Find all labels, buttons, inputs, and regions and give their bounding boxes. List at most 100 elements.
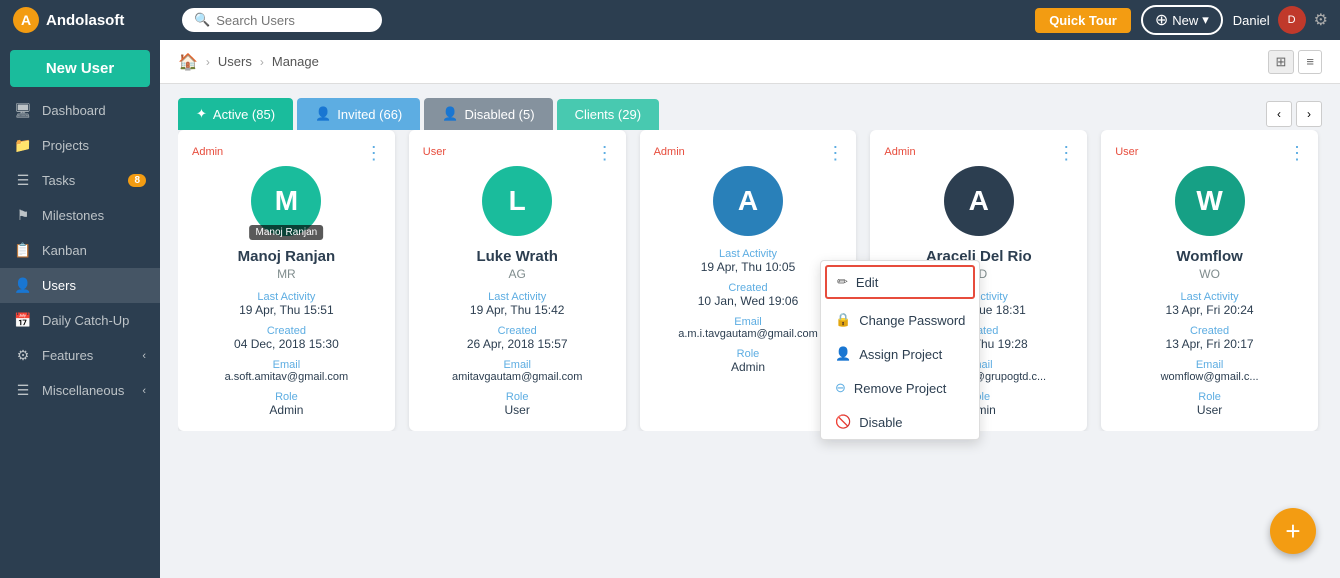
last-activity-label: Last Activity bbox=[423, 291, 612, 303]
card-menu-button-womflow[interactable]: ⋮ bbox=[1288, 144, 1306, 162]
kanban-icon: 📋 bbox=[14, 242, 32, 259]
change-password-label: Change Password bbox=[859, 313, 965, 328]
sidebar-item-features[interactable]: ⚙ Features ‹ bbox=[0, 338, 160, 373]
created-label: Created bbox=[1115, 325, 1304, 337]
sidebar-item-tasks[interactable]: ☰ Tasks 8 bbox=[0, 163, 160, 198]
email-label: Email bbox=[192, 359, 381, 371]
card-menu-button-manoj[interactable]: ⋮ bbox=[365, 144, 383, 162]
tab-active[interactable]: ✦ Active (85) bbox=[178, 98, 293, 130]
email-label: Email bbox=[1115, 359, 1304, 371]
context-menu-remove-project[interactable]: ⊖ Remove Project bbox=[821, 371, 979, 405]
search-input[interactable] bbox=[216, 13, 366, 28]
search-icon: 🔍 bbox=[194, 12, 210, 28]
card-role: Admin bbox=[654, 146, 843, 158]
sidebar: New User 🖥 Dashboard 📁 Projects ☰ Tasks … bbox=[0, 40, 160, 578]
created-value: 26 Apr, 2018 15:57 bbox=[423, 337, 612, 351]
clients-tab-label: Clients (29) bbox=[575, 107, 641, 122]
role-value: User bbox=[423, 403, 612, 417]
user-card-luke: User ⋮ L Luke Wrath AG Last Activity 19 … bbox=[409, 130, 626, 431]
list-view-button[interactable]: ≡ bbox=[1298, 50, 1322, 74]
home-icon[interactable]: 🏠 bbox=[178, 52, 198, 72]
sidebar-item-users[interactable]: 👤 Users bbox=[0, 268, 160, 303]
sidebar-item-label: Tasks bbox=[42, 173, 75, 188]
sidebar-item-projects[interactable]: 📁 Projects bbox=[0, 128, 160, 163]
email-label: Email bbox=[654, 316, 843, 328]
context-menu-disable[interactable]: 🚫 Disable bbox=[821, 405, 979, 439]
edit-icon: ✏ bbox=[837, 274, 848, 290]
active-tab-label: Active (85) bbox=[213, 107, 275, 122]
prev-page-button[interactable]: ‹ bbox=[1266, 101, 1292, 127]
search-bar[interactable]: 🔍 bbox=[182, 8, 382, 32]
card-name: Luke Wrath bbox=[423, 248, 612, 265]
card-menu-button-third[interactable]: ⋮ bbox=[826, 144, 844, 162]
sidebar-item-daily-catchup[interactable]: 📅 Daily Catch-Up bbox=[0, 303, 160, 338]
tab-disabled[interactable]: 👤 Disabled (5) bbox=[424, 98, 552, 130]
avatar[interactable]: D bbox=[1278, 6, 1306, 34]
misc-icon: ☰ bbox=[14, 382, 32, 399]
role-value: Admin bbox=[192, 403, 381, 417]
avatar-container: W bbox=[1115, 166, 1304, 236]
card-name: Manoj Ranjan bbox=[192, 248, 381, 265]
last-activity-value: 19 Apr, Thu 15:51 bbox=[192, 303, 381, 317]
chevron-left-icon: ‹ bbox=[142, 385, 146, 397]
card-initials: AG bbox=[423, 267, 612, 281]
invited-tab-icon: 👤 bbox=[315, 106, 331, 122]
user-area: Daniel D ⚙ bbox=[1233, 6, 1328, 34]
grid-view-button[interactable]: ⊞ bbox=[1268, 50, 1295, 74]
daily-catchup-icon: 📅 bbox=[14, 312, 32, 329]
disable-label: Disable bbox=[859, 415, 902, 430]
gear-icon[interactable]: ⚙ bbox=[1314, 10, 1328, 30]
sidebar-item-miscellaneous[interactable]: ☰ Miscellaneous ‹ bbox=[0, 373, 160, 408]
app-name: Andolasoft bbox=[46, 12, 124, 29]
invited-tab-label: Invited (66) bbox=[337, 107, 402, 122]
avatar-container: A bbox=[884, 166, 1073, 236]
active-tab-icon: ✦ bbox=[196, 106, 207, 122]
context-menu-edit[interactable]: ✏ Edit bbox=[825, 265, 975, 299]
avatar-circle: A bbox=[713, 166, 783, 236]
new-button[interactable]: ⊕ New ▾ bbox=[1141, 5, 1223, 35]
breadcrumb-users[interactable]: Users bbox=[218, 54, 252, 69]
assign-project-label: Assign Project bbox=[859, 347, 942, 362]
card-initials: MR bbox=[192, 267, 381, 281]
dashboard-icon: 🖥 bbox=[14, 102, 32, 119]
new-user-button[interactable]: New User bbox=[10, 50, 150, 87]
card-menu-button-araceli[interactable]: ⋮ bbox=[1057, 144, 1075, 162]
card-role: User bbox=[1115, 146, 1304, 158]
last-activity-label: Last Activity bbox=[192, 291, 381, 303]
context-menu-assign-project[interactable]: 👤 Assign Project bbox=[821, 337, 979, 371]
remove-project-label: Remove Project bbox=[854, 381, 946, 396]
breadcrumb-sep: › bbox=[206, 55, 210, 69]
topnav: A Andolasoft 🔍 Quick Tour ⊕ New ▾ Daniel… bbox=[0, 0, 1340, 40]
sidebar-item-milestones[interactable]: ⚑ Milestones bbox=[0, 198, 160, 233]
sidebar-item-kanban[interactable]: 📋 Kanban bbox=[0, 233, 160, 268]
quick-tour-button[interactable]: Quick Tour bbox=[1035, 8, 1131, 33]
plus-circle-icon: ⊕ bbox=[1155, 10, 1168, 30]
context-menu-change-password[interactable]: 🔒 Change Password bbox=[821, 303, 979, 337]
tabs-row: ✦ Active (85) 👤 Invited (66) 👤 Disabled … bbox=[160, 84, 1340, 130]
avatar-container: A bbox=[654, 166, 843, 236]
created-value: 10 Jan, Wed 19:06 bbox=[654, 294, 843, 308]
sidebar-item-label: Miscellaneous bbox=[42, 383, 124, 398]
role-value: Admin bbox=[654, 360, 843, 374]
context-menu: ✏ Edit 🔒 Change Password 👤 Assign Projec… bbox=[820, 260, 980, 440]
sidebar-item-label: Daily Catch-Up bbox=[42, 313, 129, 328]
email-value: a.m.i.tavgautam@gmail.com bbox=[654, 328, 843, 340]
tab-invited[interactable]: 👤 Invited (66) bbox=[297, 98, 420, 130]
avatar-circle: A bbox=[944, 166, 1014, 236]
cards-area: Admin ⋮ M Manoj Ranjan Manoj Ranjan MR L… bbox=[160, 130, 1340, 449]
created-label: Created bbox=[654, 282, 843, 294]
next-page-button[interactable]: › bbox=[1296, 101, 1322, 127]
fab-button[interactable]: + bbox=[1270, 508, 1316, 554]
avatar-initials: D bbox=[1288, 14, 1296, 26]
card-role: User bbox=[423, 146, 612, 158]
lock-icon: 🔒 bbox=[835, 312, 851, 328]
sidebar-item-dashboard[interactable]: 🖥 Dashboard bbox=[0, 93, 160, 128]
card-name: Womflow bbox=[1115, 248, 1304, 265]
role-label: Role bbox=[1115, 391, 1304, 403]
last-activity-label: Last Activity bbox=[1115, 291, 1304, 303]
tab-clients[interactable]: Clients (29) bbox=[557, 99, 659, 130]
projects-icon: 📁 bbox=[14, 137, 32, 154]
svg-text:A: A bbox=[21, 12, 31, 28]
card-menu-button-luke[interactable]: ⋮ bbox=[596, 144, 614, 162]
tasks-icon: ☰ bbox=[14, 172, 32, 189]
